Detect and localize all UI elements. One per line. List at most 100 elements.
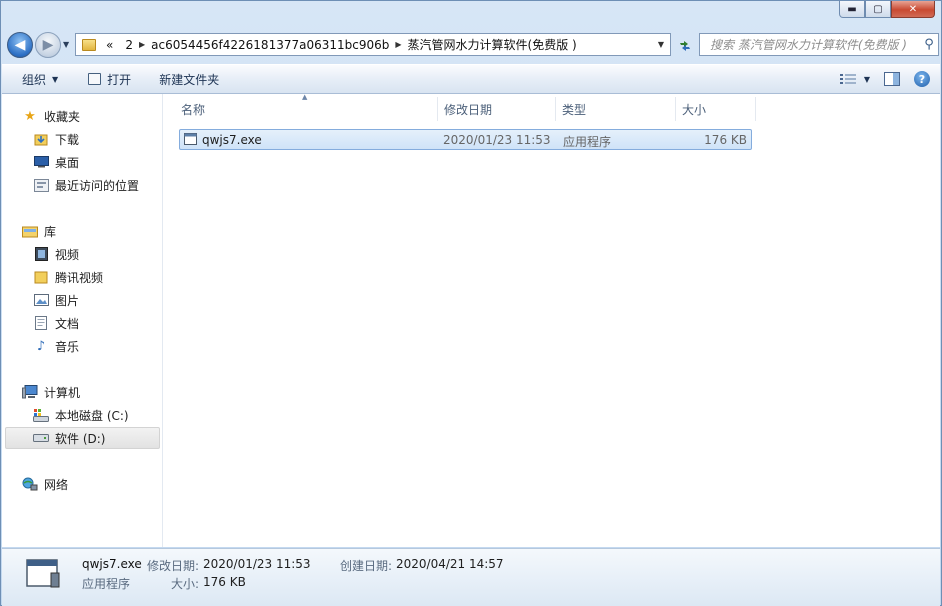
sidebar-item-label: 网络 <box>44 477 69 492</box>
details-size-value: 176 KB <box>203 575 246 589</box>
drive-icon <box>33 431 49 445</box>
recent-places-icon <box>33 178 49 192</box>
sidebar-item-desktop[interactable]: 桌面 <box>33 151 79 173</box>
breadcrumb-item-current[interactable]: 蒸汽管网水力计算软件(免费版 ) <box>402 36 583 53</box>
breadcrumb-item[interactable]: 2 <box>119 38 139 52</box>
view-controls: ▼ ? <box>839 65 930 93</box>
folder-icon <box>82 38 96 51</box>
sidebar-item-label: 腾讯视频 <box>55 270 104 285</box>
sidebar-item-label: 下载 <box>55 132 80 147</box>
details-created-label: 创建日期: <box>340 559 393 573</box>
star-icon: ★ <box>24 108 36 124</box>
view-options-button[interactable]: ▼ <box>839 73 870 85</box>
open-icon <box>88 73 102 85</box>
new-folder-button[interactable]: 新建文件夹 <box>143 65 231 93</box>
preview-pane-icon[interactable] <box>884 72 900 86</box>
sidebar-item-label: 音乐 <box>55 339 80 354</box>
sidebar-item-video[interactable]: 视频 <box>33 243 79 265</box>
search-box[interactable]: 搜索 蒸汽管网水力计算软件(免费版 ) ⚲ <box>699 33 939 56</box>
sidebar-item-local-disk-c[interactable]: 本地磁盘 (C:) <box>33 404 129 426</box>
column-header-type[interactable]: 类型 <box>556 97 676 121</box>
details-created-value: 2020/04/21 14:57 <box>396 557 504 571</box>
music-note-icon: ♪ <box>36 338 46 354</box>
details-view-icon <box>839 74 856 84</box>
organize-label: 组织 <box>22 72 47 87</box>
sidebar-item-software-disk-d[interactable]: 软件 (D:) <box>5 427 160 449</box>
recent-pages-dropdown-icon[interactable]: ▼ <box>63 40 69 49</box>
sidebar-item-library[interactable]: 库 <box>22 220 56 242</box>
details-filename: qwjs7.exe <box>82 557 142 571</box>
column-header-label: 名称 <box>181 102 206 117</box>
column-header-name[interactable]: 名称 <box>175 97 438 121</box>
sidebar-item-music[interactable]: ♪ 音乐 <box>33 335 79 357</box>
sidebar-item-computer[interactable]: 计算机 <box>22 381 80 403</box>
navigation-bar: ◀ ▶ ▼ « 2 ▶ ac6054456f4226181377a06311bc… <box>5 31 939 59</box>
maximize-button[interactable]: ▢ <box>865 1 891 18</box>
sidebar-item-network[interactable]: 网络 <box>22 473 68 495</box>
details-size-label: 大小: <box>171 577 200 591</box>
caption-buttons: ▬ ▢ ✕ <box>839 1 935 18</box>
video-icon <box>33 247 49 261</box>
downloads-folder-icon <box>33 132 49 146</box>
help-icon[interactable]: ? <box>914 71 930 87</box>
sidebar-item-label: 库 <box>44 224 57 239</box>
sidebar-item-label: 本地磁盘 (C:) <box>55 408 129 423</box>
open-label: 打开 <box>107 72 132 87</box>
back-button[interactable]: ◀ <box>7 32 33 58</box>
sidebar-item-label: 文档 <box>55 316 80 331</box>
column-header-label: 修改日期 <box>444 102 493 117</box>
sidebar-item-label: 软件 (D:) <box>55 431 106 446</box>
organize-button[interactable]: 组织 ▼ <box>2 65 70 93</box>
sidebar-item-pictures[interactable]: 图片 <box>33 289 79 311</box>
application-icon <box>184 133 197 148</box>
file-name: qwjs7.exe <box>202 133 262 147</box>
file-type: 应用程序 <box>563 135 612 149</box>
refresh-button[interactable] <box>673 33 697 58</box>
sidebar-item-documents[interactable]: 文档 <box>33 312 79 334</box>
network-icon <box>22 477 38 491</box>
navigation-pane[interactable]: ★ 收藏夹 下载 桌面 最近访问的位置 库 视频 腾讯视频 图片 文档 ♪ 音乐… <box>2 94 163 547</box>
search-icon[interactable]: ⚲ <box>920 37 938 52</box>
file-row[interactable]: qwjs7.exe 2020/01/23 11:53 应用程序 176 KB <box>179 129 752 150</box>
details-pane: qwjs7.exe 修改日期: 2020/01/23 11:53 创建日期: 2… <box>2 548 940 606</box>
address-history-dropdown-icon[interactable]: ▼ <box>658 40 664 49</box>
library-icon <box>22 224 38 238</box>
file-size: 176 KB <box>704 133 747 147</box>
chevron-down-icon: ▼ <box>52 74 59 84</box>
sidebar-item-label: 桌面 <box>55 155 80 170</box>
sidebar-item-label: 收藏夹 <box>44 109 81 124</box>
content-area: ★ 收藏夹 下载 桌面 最近访问的位置 库 视频 腾讯视频 图片 文档 ♪ 音乐… <box>2 93 940 547</box>
address-bar[interactable]: « 2 ▶ ac6054456f4226181377a06311bc906b ▶… <box>75 33 671 56</box>
pictures-icon <box>33 293 49 307</box>
column-header-label: 大小 <box>682 102 707 117</box>
refresh-icon <box>680 40 690 51</box>
minimize-button[interactable]: ▬ <box>839 1 865 18</box>
column-header-modified[interactable]: 修改日期 <box>438 97 556 121</box>
search-input[interactable]: 搜索 蒸汽管网水力计算软件(免费版 ) <box>700 36 920 53</box>
breadcrumb-item[interactable]: ac6054456f4226181377a06311bc906b <box>145 38 395 52</box>
sidebar-item-tencent-video[interactable]: 腾讯视频 <box>33 266 103 288</box>
sidebar-item-label: 图片 <box>55 293 80 308</box>
new-folder-label: 新建文件夹 <box>159 72 220 87</box>
sidebar-item-label: 计算机 <box>44 385 81 400</box>
computer-icon <box>22 385 38 399</box>
command-bar: 组织 ▼ 打开 新建文件夹 ▼ ? <box>2 64 940 94</box>
sidebar-item-label: 最近访问的位置 <box>55 178 140 193</box>
file-list-pane[interactable]: ▲ 名称 修改日期 类型 大小 qwjs7.exe 2020/01/23 11:… <box>164 93 940 547</box>
close-button[interactable]: ✕ <box>891 1 935 18</box>
sidebar-item-downloads[interactable]: 下载 <box>33 128 79 150</box>
details-modified-value: 2020/01/23 11:53 <box>203 557 311 571</box>
breadcrumb-overflow[interactable]: « <box>100 38 119 52</box>
system-drive-icon <box>33 408 49 422</box>
desktop-icon <box>33 155 49 169</box>
explorer-window: ▬ ▢ ✕ ◀ ▶ ▼ « 2 ▶ ac6054456f4226181377a0… <box>0 0 942 606</box>
details-modified-label: 修改日期: <box>147 559 200 573</box>
sidebar-item-label: 视频 <box>55 247 80 262</box>
sidebar-item-recent[interactable]: 最近访问的位置 <box>33 174 139 196</box>
open-button[interactable]: 打开 <box>70 65 143 93</box>
sidebar-item-favorites[interactable]: ★ 收藏夹 <box>22 105 80 127</box>
column-header-size[interactable]: 大小 <box>676 97 756 121</box>
application-large-icon <box>26 559 60 588</box>
forward-button[interactable]: ▶ <box>35 32 61 58</box>
documents-icon <box>33 316 49 330</box>
